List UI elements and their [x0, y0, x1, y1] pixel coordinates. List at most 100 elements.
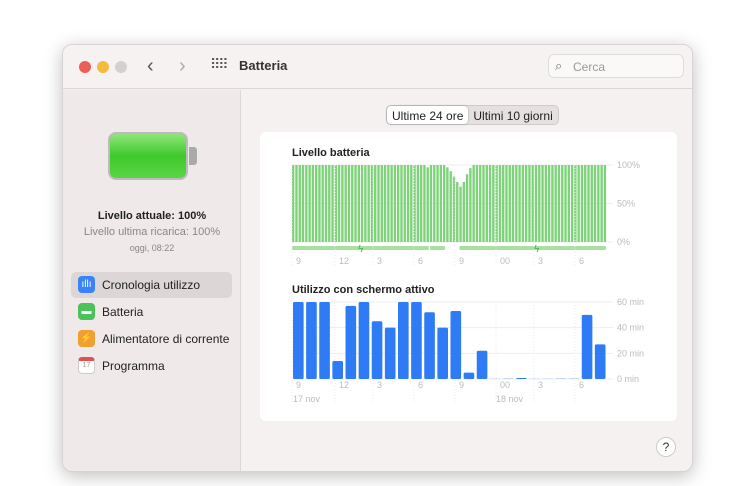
sidebar-item-label: Cronologia utilizzo — [102, 278, 201, 292]
battery-bar — [518, 165, 521, 242]
battery-bar — [508, 165, 511, 242]
battery-bar — [436, 165, 439, 242]
usage-bar — [568, 378, 580, 379]
window: ‹ › ⠿⠿ Batteria ⌕ Cerca Livello attuale: … — [62, 44, 693, 472]
help-button[interactable]: ? — [656, 437, 676, 457]
battery-bar — [400, 165, 403, 242]
battery-bar — [593, 165, 597, 242]
charging-period-bar — [429, 246, 446, 250]
usage-bar — [384, 327, 396, 379]
charts-card: Livello batteria Utilizzo con schermo at… — [260, 132, 677, 421]
x-tick-label: 9 — [459, 380, 464, 390]
battery-bar — [528, 165, 531, 242]
battery-bar — [597, 165, 600, 242]
battery-bar — [334, 165, 338, 242]
battery-bar — [456, 181, 459, 242]
tab-last-24-hours[interactable]: Ultime 24 ore — [387, 106, 469, 124]
sidebar-item-schedule[interactable]: 17 Programma — [71, 353, 232, 379]
battery-bar — [531, 165, 534, 242]
battery-bar — [321, 165, 324, 242]
battery-bar — [577, 165, 580, 242]
usage-bar — [529, 378, 540, 379]
battery-bar — [485, 165, 488, 242]
y-tick-label: 0% — [617, 237, 630, 247]
sidebar-item-label: Programma — [102, 359, 165, 373]
close-button[interactable] — [79, 61, 91, 73]
usage-bar — [594, 344, 606, 379]
battery-bar — [314, 165, 318, 242]
battery-bar — [426, 167, 429, 242]
x-tick-label: 00 — [500, 380, 510, 390]
battery-bar — [584, 165, 587, 242]
y-tick-label: 20 min — [617, 348, 644, 358]
usage-bar — [398, 302, 409, 379]
x-tick-label: 3 — [377, 380, 382, 390]
y-tick-label: 100% — [617, 160, 640, 170]
battery-bar — [442, 165, 446, 242]
battery-icon: ▬ — [78, 303, 95, 320]
search-input[interactable]: ⌕ Cerca — [548, 54, 684, 78]
battery-bar — [364, 165, 367, 242]
battery-bar — [524, 165, 528, 242]
usage-bar — [516, 377, 527, 379]
battery-bar — [488, 165, 492, 242]
battery-bar — [511, 165, 515, 242]
usage-bar — [555, 378, 567, 379]
x-tick-label: 3 — [538, 380, 543, 390]
battery-bar — [502, 165, 505, 242]
battery-bar — [567, 165, 571, 242]
zoom-button[interactable] — [115, 61, 127, 73]
usage-bar — [489, 378, 501, 379]
date-label: 17 nov — [293, 394, 321, 404]
battery-bar — [482, 165, 485, 242]
y-tick-label: 50% — [617, 199, 635, 209]
battery-bar — [413, 165, 416, 242]
calendar-icon: 17 — [78, 357, 95, 374]
main-pane: Ultime 24 ore Ultimi 10 giorni Livello b… — [242, 90, 692, 471]
sidebar-item-usage-history[interactable]: ıllı Cronologia utilizzo — [71, 272, 232, 298]
battery-bar — [469, 168, 472, 242]
grid-icon[interactable]: ⠿⠿ — [210, 56, 228, 73]
battery-bar — [580, 165, 584, 242]
battery-bar — [498, 165, 502, 242]
battery-bar — [416, 165, 420, 242]
sidebar-item-battery[interactable]: ▬ Batteria — [71, 299, 232, 325]
battery-bar — [433, 165, 436, 242]
battery-bar — [554, 165, 557, 242]
battery-bar — [360, 165, 364, 242]
battery-bar — [318, 165, 321, 242]
search-placeholder: Cerca — [573, 60, 606, 74]
battery-bar — [324, 165, 328, 242]
battery-bar — [295, 165, 298, 242]
battery-bar — [357, 165, 361, 242]
battery-bar — [337, 165, 341, 242]
battery-bar — [403, 165, 406, 242]
battery-bar — [341, 165, 344, 242]
battery-bar — [561, 165, 564, 242]
usage-bar — [424, 312, 435, 379]
x-tick-label: 12 — [339, 380, 349, 390]
usage-bar — [476, 350, 488, 379]
battery-bar — [590, 165, 593, 242]
battery-image — [108, 132, 188, 180]
back-icon[interactable]: ‹ — [147, 55, 154, 78]
date-label: 18 nov — [496, 394, 524, 404]
minimize-button[interactable] — [97, 61, 109, 73]
charts-svg: 100%50%0%ϟ ϟ9 12 3 6 9 00 3 660 min40 min20 min0… — [291, 160, 644, 404]
bar-chart-icon: ıllı — [78, 276, 95, 293]
battery-bar — [390, 165, 393, 242]
battery-bar — [462, 181, 466, 242]
battery-bar — [347, 165, 351, 242]
usage-bar — [581, 314, 593, 379]
tab-last-10-days[interactable]: Ultimi 10 giorni — [468, 106, 557, 124]
battery-bar — [397, 165, 400, 242]
sidebar-item-label: Alimentatore di corrente — [102, 332, 230, 346]
battery-bar — [603, 165, 607, 242]
sidebar-item-label: Batteria — [102, 305, 144, 319]
usage-bar — [332, 361, 343, 379]
battery-bar — [459, 186, 462, 242]
forward-icon[interactable]: › — [179, 55, 186, 78]
window-title: Batteria — [239, 58, 288, 73]
sidebar-item-power-adapter[interactable]: ⚡ Alimentatore di corrente — [71, 326, 232, 352]
charging-period-bar — [459, 246, 606, 250]
